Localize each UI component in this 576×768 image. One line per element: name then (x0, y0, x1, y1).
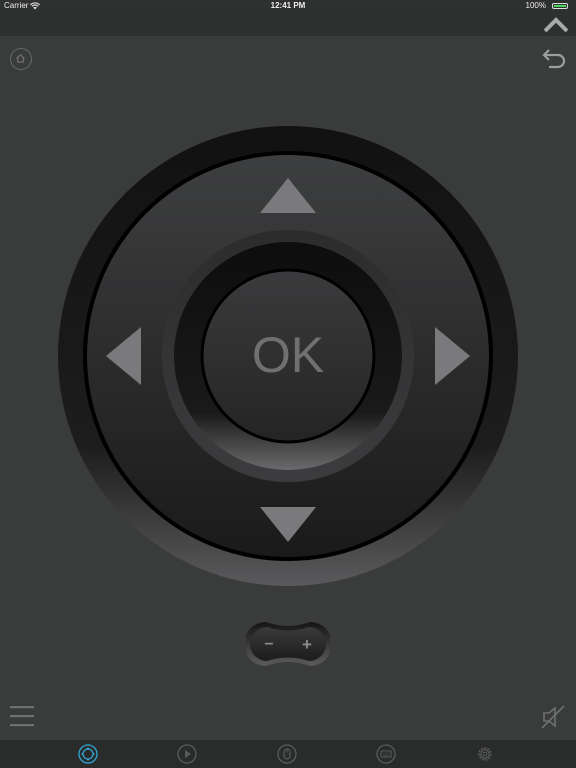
chevron-up-icon[interactable] (542, 14, 570, 36)
gear-icon[interactable] (475, 744, 495, 764)
mouse-icon[interactable] (277, 744, 297, 764)
back-icon[interactable] (540, 46, 568, 72)
volume-control: − + (246, 622, 330, 666)
status-time: 12:41 PM (270, 1, 306, 10)
mute-icon[interactable] (540, 704, 566, 730)
play-icon[interactable] (177, 744, 197, 764)
battery-icon (552, 3, 568, 9)
keyboard-icon[interactable] (376, 744, 396, 764)
status-bar: Carrier 12:41 PM 100% (0, 0, 576, 12)
home-button[interactable] (10, 48, 32, 70)
tab-bar (0, 740, 576, 768)
ok-label[interactable]: OK (238, 325, 338, 385)
battery-fill (554, 5, 566, 7)
gamepad-icon[interactable] (78, 744, 98, 764)
battery-percentage: 100% (525, 1, 546, 10)
volume-down-button[interactable]: − (264, 636, 273, 653)
home-icon (16, 53, 25, 63)
top-bar (0, 12, 576, 36)
volume-up-button[interactable]: + (302, 635, 312, 654)
menu-icon[interactable] (10, 704, 34, 728)
